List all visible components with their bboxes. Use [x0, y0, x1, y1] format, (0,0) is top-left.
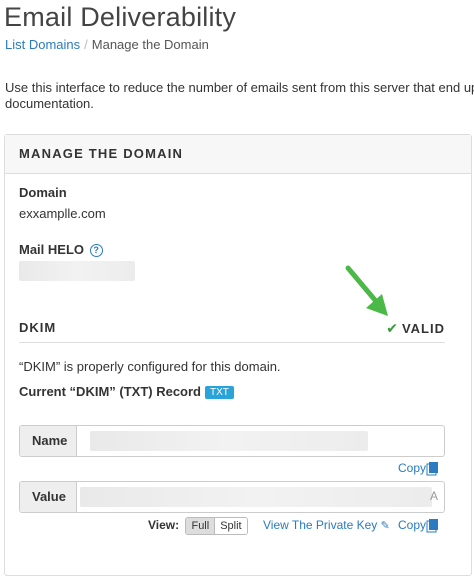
- view-toggle-row: View: Full Split: [148, 517, 248, 535]
- breadcrumb-separator: /: [84, 37, 88, 52]
- copy-name-link[interactable]: Copy: [398, 461, 439, 475]
- txt-badge: TXT: [205, 386, 234, 399]
- breadcrumb-current: Manage the Domain: [91, 37, 209, 52]
- dkim-name-field[interactable]: Name: [19, 425, 445, 457]
- dkim-title: DKIM: [19, 320, 57, 335]
- dkim-status-text: VALID: [401, 321, 445, 336]
- view-label: View:: [148, 518, 180, 533]
- intro-line-1: Use this interface to reduce the number …: [5, 80, 474, 95]
- copy-value-link[interactable]: Copy: [398, 518, 439, 532]
- copy-icon: [429, 462, 439, 473]
- view-private-key-link[interactable]: View The Private Key ✎: [263, 518, 390, 532]
- manage-domain-panel: MANAGE THE DOMAIN Domain exxamplle.com M…: [4, 134, 472, 576]
- breadcrumb: List Domains / Manage the Domain: [5, 37, 209, 52]
- name-value-redacted: [90, 431, 368, 451]
- panel-heading: MANAGE THE DOMAIN: [5, 135, 471, 174]
- view-split-button[interactable]: Split: [215, 518, 247, 534]
- copy-name-label: Copy: [398, 461, 427, 475]
- value-tail: A: [429, 489, 438, 503]
- name-addon: Name: [20, 426, 77, 456]
- intro-line-2: documentation.: [5, 96, 94, 111]
- intro-text: Use this interface to reduce the number …: [5, 80, 474, 112]
- domain-label: Domain: [19, 185, 67, 200]
- mail-helo-value-redacted: [19, 261, 135, 281]
- annotation-arrow-icon: [345, 265, 388, 316]
- dkim-record-label-text: Current “DKIM” (TXT) Record: [19, 384, 201, 399]
- mail-helo-label: Mail HELO ?: [19, 242, 103, 257]
- page-title: Email Deliverability: [4, 2, 237, 32]
- copy-icon: [429, 519, 439, 530]
- value-addon: Value: [20, 482, 77, 512]
- value-redacted: [80, 487, 432, 507]
- pencil-icon: ✎: [380, 520, 390, 532]
- view-private-key-label: View The Private Key: [263, 518, 378, 532]
- mail-helo-label-text: Mail HELO: [19, 242, 85, 257]
- breadcrumb-list-domains[interactable]: List Domains: [5, 37, 80, 52]
- view-full-button[interactable]: Full: [186, 518, 216, 534]
- dkim-value-field[interactable]: Value A: [19, 481, 445, 513]
- dkim-message: “DKIM” is properly configured for this d…: [19, 359, 281, 374]
- dkim-record-label: Current “DKIM” (TXT) Record TXT: [19, 384, 234, 399]
- copy-value-label: Copy: [398, 518, 427, 532]
- view-segmented-control: Full Split: [185, 517, 248, 535]
- question-circle-icon[interactable]: ?: [89, 244, 103, 257]
- domain-value: exxamplle.com: [19, 206, 106, 221]
